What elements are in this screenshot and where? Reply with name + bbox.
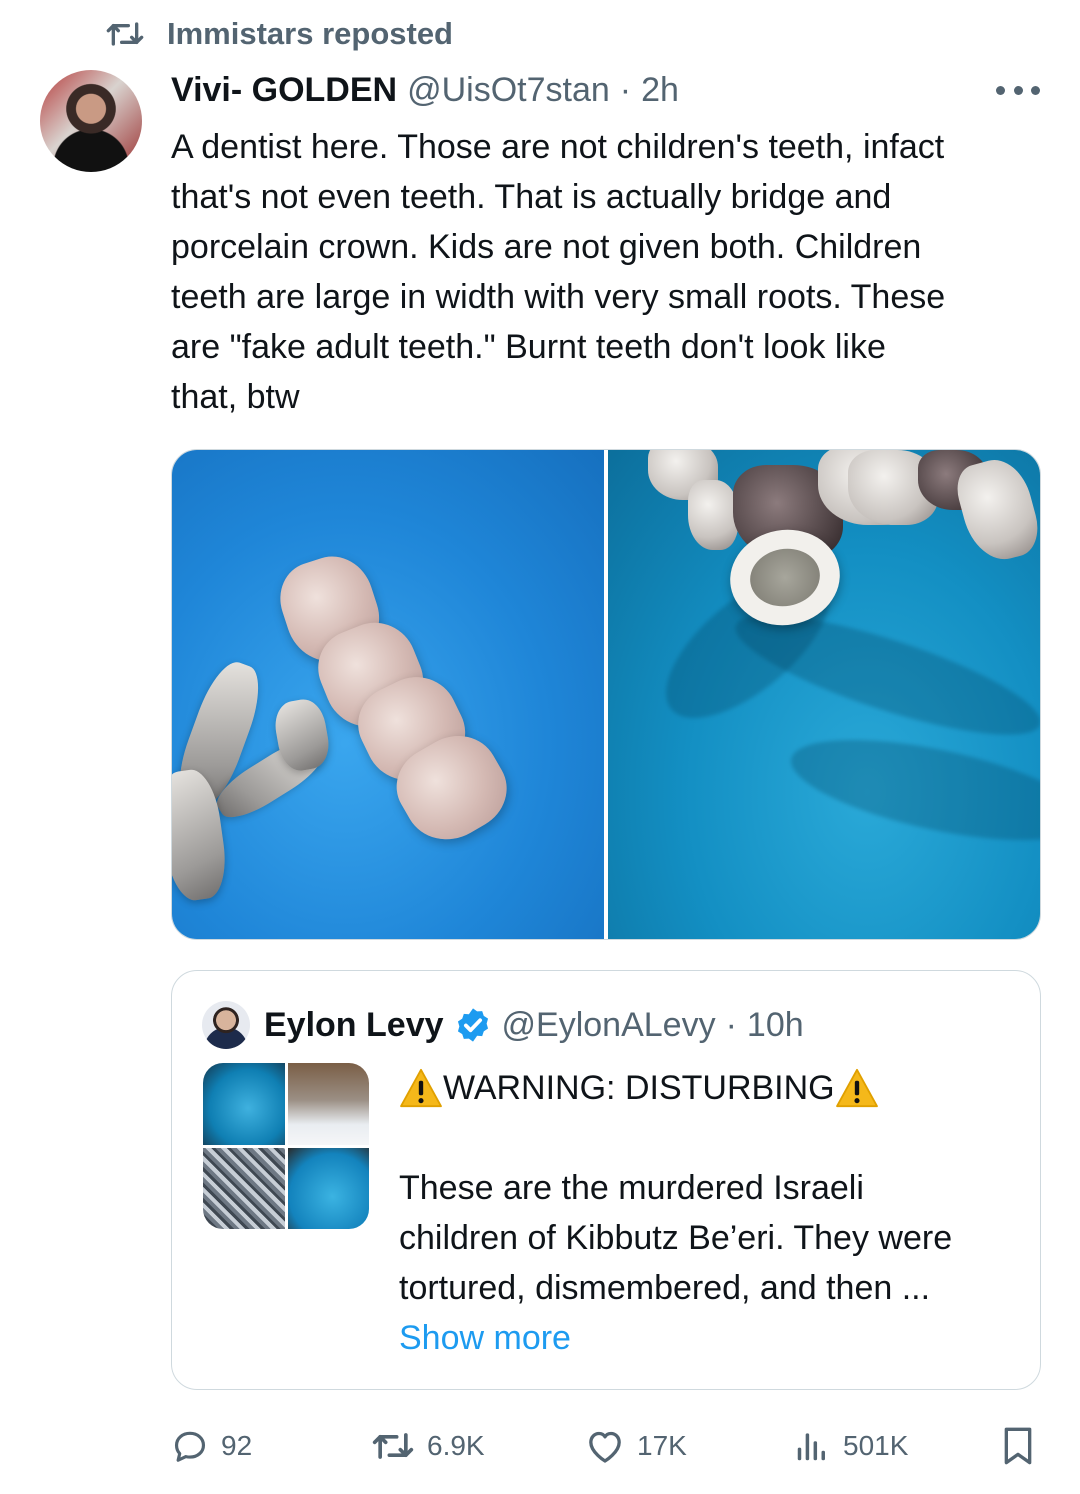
tweet-text-line: are "fake adult teeth." Burnt teeth don'… (171, 328, 886, 366)
more-options-icon[interactable] (996, 76, 1040, 104)
warning-icon (400, 1068, 442, 1108)
tweet-time[interactable]: 2h (641, 71, 679, 110)
show-more-link[interactable]: Show more (399, 1313, 1029, 1363)
quoted-tweet-header: Eylon Levy @EylonALevy · 10h (202, 1001, 804, 1049)
tweet-text-line: teeth are large in width with very small… (171, 278, 946, 316)
warning-icon (835, 1068, 878, 1108)
quoted-tweet[interactable]: Eylon Levy @EylonALevy · 10h WARNING: DI… (171, 970, 1041, 1390)
views-button[interactable]: 501K (793, 1420, 908, 1472)
repost-count: 6.9K (427, 1430, 485, 1461)
reply-count: 92 (221, 1430, 253, 1461)
repost-icon (372, 1433, 414, 1459)
quoted-media-thumb[interactable] (287, 1147, 369, 1229)
tweet-text: A dentist here. Those are not children's… (171, 122, 1051, 422)
author-handle[interactable]: @UisOt7stan (407, 71, 610, 110)
quoted-text-line: children of Kibbutz Be’eri. They were (399, 1219, 953, 1257)
verified-badge-icon (457, 1008, 488, 1042)
quoted-tweet-text: WARNING: DISTURBING These are the murder… (399, 1063, 1029, 1363)
tweet-text-line: that, btw (171, 378, 300, 416)
quoted-author-handle[interactable]: @EylonALevy (502, 1006, 716, 1045)
warning-text: WARNING: DISTURBING (443, 1069, 835, 1107)
tweet-text-line: that's not even teeth. That is actually … (171, 178, 892, 216)
bookmark-button[interactable] (1001, 1420, 1035, 1472)
author-name[interactable]: Vivi- GOLDEN (171, 71, 397, 110)
action-bar: 92 6.9K 17K 501K (171, 1420, 1041, 1472)
tweet-text-line: A dentist here. Those are not children's… (171, 128, 945, 166)
views-count: 501K (843, 1430, 909, 1461)
separator-dot: · (619, 70, 632, 109)
quoted-media-thumb[interactable] (287, 1063, 369, 1145)
quoted-author-avatar[interactable] (202, 1001, 250, 1049)
like-button[interactable]: 17K (585, 1420, 687, 1472)
repost-icon (106, 22, 144, 46)
quoted-text-line: tortured, dismembered, and then ... (399, 1269, 931, 1307)
tweet-header: Vivi- GOLDEN @UisOt7stan · 2h (171, 66, 679, 114)
heart-icon (589, 1431, 621, 1463)
repost-button[interactable]: 6.9K (371, 1420, 485, 1472)
bookmark-icon (1004, 1427, 1032, 1465)
quoted-media-thumb[interactable] (203, 1063, 285, 1145)
views-chart-icon (797, 1433, 825, 1461)
repost-indicator: Immistars reposted (105, 14, 453, 54)
quoted-media-grid[interactable] (203, 1063, 369, 1229)
separator-dot: · (725, 1005, 737, 1044)
author-avatar[interactable] (40, 70, 142, 172)
repost-label[interactable]: Immistars reposted (167, 16, 453, 52)
quoted-media-thumb[interactable] (203, 1147, 285, 1229)
reply-icon (174, 1431, 206, 1462)
quoted-author-name[interactable]: Eylon Levy (264, 1006, 444, 1045)
quoted-tweet-time[interactable]: 10h (747, 1006, 804, 1045)
warning-line: WARNING: DISTURBING (399, 1063, 1029, 1113)
quoted-text-line: These are the murdered Israeli (399, 1169, 864, 1207)
like-count: 17K (637, 1430, 687, 1461)
reply-button[interactable]: 92 (171, 1420, 252, 1472)
tweet-media (171, 449, 1041, 940)
tweet-text-line: porcelain crown. Kids are not given both… (171, 228, 922, 266)
media-image-left[interactable] (172, 450, 604, 939)
media-image-right[interactable] (608, 450, 1040, 939)
